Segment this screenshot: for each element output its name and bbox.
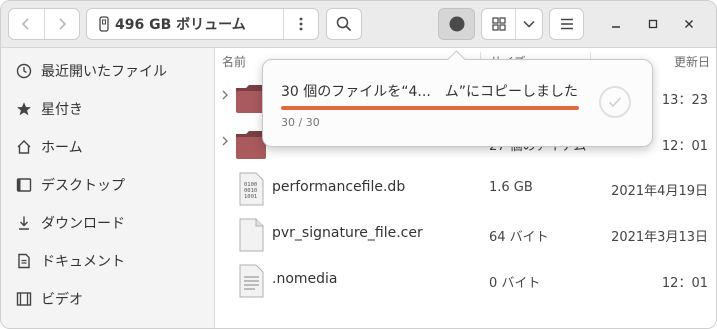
- recent-icon: [16, 63, 32, 79]
- file-date: 12：01: [661, 276, 708, 291]
- file-size: 1.6 GB: [489, 180, 533, 195]
- sidebar-item-starred[interactable]: 星付き: [1, 91, 214, 127]
- location-label: 496 GB ボリューム: [115, 17, 246, 33]
- main-menu-button[interactable]: [549, 8, 584, 40]
- back-button[interactable]: [9, 9, 44, 39]
- video-icon: [16, 291, 32, 307]
- home-icon: [16, 139, 32, 155]
- view-toggle-button[interactable]: [482, 9, 515, 39]
- file-operations-popover: 30 個のファイルを“4... ム”にコピーしました 30 / 30: [262, 50, 653, 147]
- location-bar[interactable]: 496 GB ボリューム: [86, 8, 319, 40]
- sidebar-item-label: 最近開いたファイル: [41, 64, 167, 80]
- maximize-icon: [648, 19, 658, 29]
- file-row[interactable]: pvr_signature_file.cer 64 バイト 2021年3月13日: [215, 212, 716, 258]
- file-name: pvr_signature_file.cer: [272, 225, 423, 241]
- file-name: .nomedia: [272, 271, 338, 287]
- file-row[interactable]: .nomedia 0 バイト 12：01: [215, 258, 716, 304]
- forward-button[interactable]: [43, 9, 80, 39]
- kebab-menu-icon: [299, 17, 303, 31]
- column-header-modified[interactable]: 更新日: [674, 53, 710, 70]
- sidebar-item-label: 星付き: [41, 102, 83, 118]
- desktop-icon: [16, 177, 32, 193]
- usb-drive-icon: [99, 16, 109, 32]
- file-date: 2021年4月19日: [611, 184, 708, 199]
- sidebar-item-label: ビデオ: [41, 292, 83, 308]
- chevron-down-icon: [523, 20, 535, 28]
- operations-button[interactable]: [438, 8, 475, 40]
- sidebar-item-documents[interactable]: ドキュメント: [1, 243, 214, 279]
- file-size: 64 バイト: [489, 230, 549, 245]
- sidebar-item-desktop[interactable]: デスクトップ: [1, 167, 214, 203]
- text-file-icon: [239, 264, 264, 298]
- checkmark-icon: [608, 97, 622, 108]
- view-options-button[interactable]: [515, 9, 542, 39]
- sidebar-item-downloads[interactable]: ダウンロード: [1, 205, 214, 241]
- view-controls: [481, 8, 543, 40]
- operation-detail: 30 / 30: [281, 116, 320, 129]
- generic-file-icon: [239, 218, 264, 252]
- star-icon: [16, 101, 32, 117]
- close-icon: [685, 20, 693, 28]
- minimize-button[interactable]: [606, 14, 626, 34]
- file-row[interactable]: 0100 0010 1001 performancefile.db 1.6 GB 2…: [215, 166, 716, 212]
- download-icon: [16, 215, 32, 231]
- search-icon: [336, 16, 352, 32]
- grid-view-icon: [492, 17, 506, 31]
- sidebar-item-label: ドキュメント: [41, 254, 125, 270]
- document-icon: [16, 253, 32, 269]
- chevron-left-icon: [22, 18, 29, 30]
- file-name: performancefile.db: [272, 179, 406, 195]
- operations-progress-icon: [449, 16, 464, 32]
- sidebar-item-label: ホーム: [41, 140, 83, 156]
- minimize-icon: [612, 26, 620, 28]
- hamburger-menu-icon: [560, 18, 573, 30]
- chevron-right-icon: [59, 18, 66, 30]
- binary-file-icon: 010000101001: [239, 172, 264, 206]
- file-size: 0 バイト: [489, 276, 541, 291]
- column-header-name[interactable]: 名前: [222, 53, 246, 70]
- file-date: 2021年3月13日: [611, 230, 708, 245]
- file-manager-window: 496 GB ボリューム 最近開いたファイル 星付き ホーム デスクトップ ダウ…: [0, 0, 717, 329]
- path-menu-button[interactable]: [283, 9, 318, 39]
- operation-progress-bar: [281, 106, 579, 110]
- navigation-buttons: [8, 8, 80, 40]
- search-button[interactable]: [326, 8, 362, 40]
- expander-chevron-icon[interactable]: [220, 134, 230, 148]
- sidebar-item-home[interactable]: ホーム: [1, 129, 214, 165]
- sidebar-item-videos[interactable]: ビデオ: [1, 281, 214, 317]
- close-button[interactable]: [679, 14, 699, 34]
- maximize-button[interactable]: [643, 14, 663, 34]
- sidebar-item-label: デスクトップ: [41, 178, 125, 194]
- sidebar-item-recent[interactable]: 最近開いたファイル: [1, 53, 214, 89]
- header-bar: 496 GB ボリューム: [1, 1, 716, 48]
- operation-done-button[interactable]: [599, 86, 631, 118]
- svg-text:1001: 1001: [244, 194, 257, 200]
- file-date: 12：01: [661, 139, 708, 154]
- file-date: 13：23: [661, 93, 708, 108]
- expander-chevron-icon[interactable]: [220, 88, 230, 102]
- sidebar: 最近開いたファイル 星付き ホーム デスクトップ ダウンロード ドキュメント ビ…: [1, 48, 215, 328]
- sidebar-item-label: ダウンロード: [41, 216, 125, 232]
- operation-progress-fill: [281, 106, 579, 110]
- operation-title: 30 個のファイルを“4... ム”にコピーしました: [281, 84, 579, 100]
